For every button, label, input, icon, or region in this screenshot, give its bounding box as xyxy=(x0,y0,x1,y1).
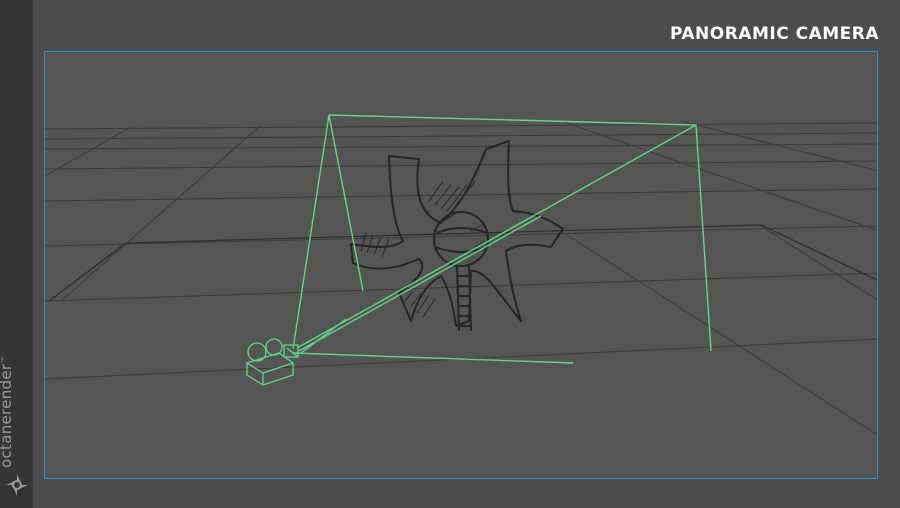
brand-area: octanerender™ xyxy=(0,348,30,498)
left-brand-strip: octanerender™ xyxy=(0,0,33,508)
ground-grid xyxy=(45,120,877,436)
panoramic-camera-icon[interactable] xyxy=(246,338,299,386)
viewport-frame[interactable] xyxy=(44,51,878,479)
screen-root: octanerender™ PANORAMIC CAMERA xyxy=(0,0,900,508)
page-title: PANORAMIC CAMERA xyxy=(669,24,879,44)
viewport-scene xyxy=(45,114,877,436)
octane-logo-icon xyxy=(6,474,28,496)
